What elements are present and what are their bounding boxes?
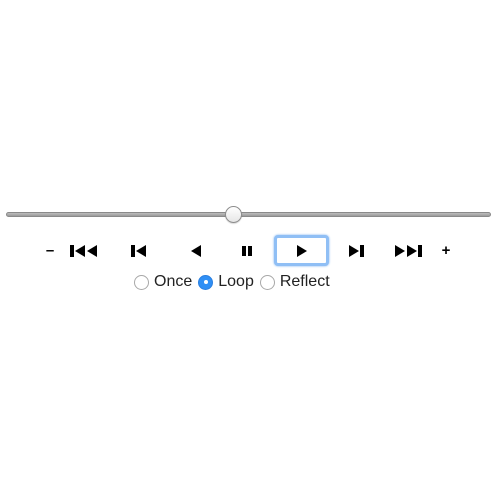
mode-once-label: Once xyxy=(154,273,193,290)
pause-button[interactable] xyxy=(230,235,266,266)
radio-once[interactable] xyxy=(134,274,149,290)
increase-speed-button[interactable]: + xyxy=(438,235,454,266)
last-frame-button[interactable] xyxy=(386,235,432,266)
skip-to-last-icon xyxy=(395,244,422,257)
radio-loop[interactable] xyxy=(198,274,214,290)
playback-controls: – + xyxy=(0,235,500,266)
play-reverse-button[interactable] xyxy=(178,235,214,266)
first-frame-button[interactable] xyxy=(64,235,110,266)
previous-frame-button[interactable] xyxy=(122,235,158,266)
plus-icon: + xyxy=(441,242,451,259)
mode-reflect[interactable]: Reflect xyxy=(259,273,330,291)
step-forward-icon xyxy=(349,244,364,257)
play-button[interactable] xyxy=(274,235,329,266)
mode-loop[interactable]: Loop xyxy=(198,273,254,291)
mode-once[interactable]: Once xyxy=(134,273,192,291)
frame-slider[interactable] xyxy=(6,206,491,224)
decrease-speed-button[interactable]: – xyxy=(42,235,58,266)
step-back-icon xyxy=(131,244,146,257)
slider-thumb[interactable] xyxy=(225,206,243,223)
minus-icon: – xyxy=(45,242,55,259)
pause-icon xyxy=(242,245,252,256)
radio-reflect[interactable] xyxy=(259,274,275,290)
mode-loop-label: Loop xyxy=(218,273,254,290)
skip-to-first-icon xyxy=(70,244,97,257)
next-frame-button[interactable] xyxy=(338,235,372,266)
slider-track[interactable] xyxy=(6,212,491,217)
play-reverse-icon xyxy=(191,244,201,257)
loop-mode-group: Once Loop Reflect xyxy=(134,272,336,292)
mode-reflect-label: Reflect xyxy=(279,273,330,290)
play-icon xyxy=(296,244,307,257)
